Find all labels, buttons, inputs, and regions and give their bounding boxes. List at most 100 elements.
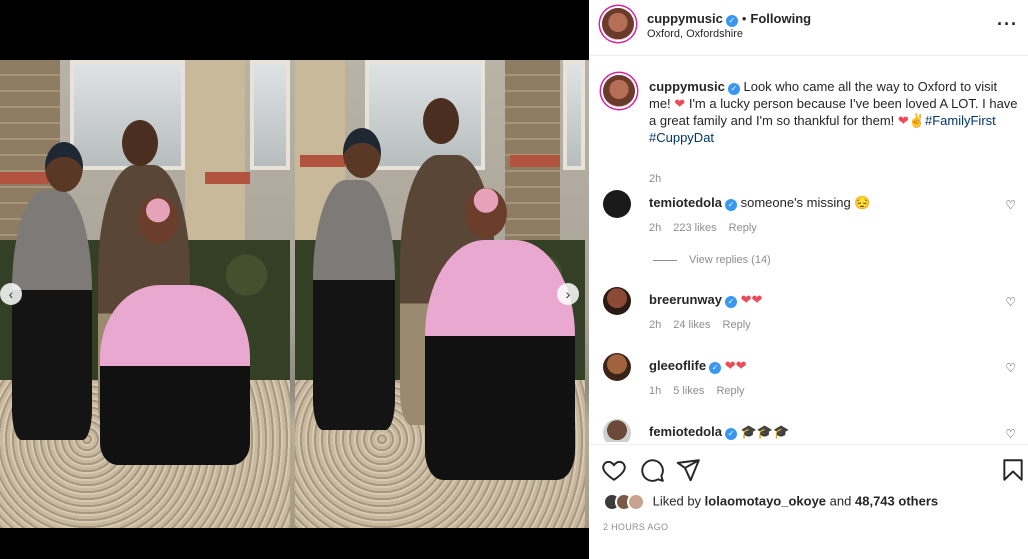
verified-icon: ✓ bbox=[724, 428, 737, 440]
view-replies-label[interactable]: View replies (14) bbox=[689, 254, 771, 266]
person-dj-cuppy bbox=[100, 285, 250, 465]
comment-like-heart-icon[interactable]: ♡ bbox=[1005, 198, 1016, 212]
comment-text: temiotedola ✓ someone's missing 😔 bbox=[649, 194, 999, 211]
liked-by-connector: and bbox=[829, 493, 852, 509]
comment-meta: 2h 24 likes Reply bbox=[649, 319, 763, 331]
comment-item: temiotedola ✓ someone's missing 😔 2h 223 l… bbox=[603, 190, 1018, 250]
bookmark-icon[interactable] bbox=[1000, 457, 1026, 483]
post-timestamp[interactable]: 2 HOURS AGO bbox=[603, 522, 668, 532]
red-hearts-emoji: ❤❤ bbox=[740, 292, 763, 307]
heart-icon[interactable] bbox=[601, 457, 627, 483]
more-horizontal-icon[interactable]: ··· bbox=[997, 14, 1018, 35]
reply-button[interactable]: Reply bbox=[716, 385, 744, 397]
author-username[interactable]: cuppymusic bbox=[647, 11, 723, 26]
comment-icon[interactable] bbox=[639, 457, 665, 483]
liker-avatar bbox=[627, 493, 645, 511]
reply-button[interactable]: Reply bbox=[729, 222, 757, 234]
comment-text: breerunway ✓ ❤❤ bbox=[649, 291, 999, 308]
caption: cuppymusic ✓ Look who came all the way to… bbox=[603, 75, 1019, 185]
comment-item: femiotedola ✓ 🎓🎓🎓 ♡ bbox=[603, 419, 1018, 442]
author-line: cuppymusic ✓ • Following bbox=[647, 11, 811, 27]
comment-meta: 1h 5 likes Reply bbox=[649, 385, 757, 397]
post-header: cuppymusic ✓ • Following Oxford, Oxfordshir… bbox=[589, 0, 1028, 56]
liked-by-prefix: Liked by bbox=[652, 493, 702, 509]
author-avatar[interactable] bbox=[602, 8, 634, 40]
post-photo[interactable]: ‹ › bbox=[0, 60, 589, 528]
carousel-next-button[interactable]: › bbox=[557, 283, 579, 305]
caption-meta: 2h bbox=[649, 173, 673, 185]
red-hearts-emoji: ❤❤ bbox=[724, 358, 747, 373]
comments-list: cuppymusic ✓ Look who came all the way to… bbox=[589, 57, 1028, 442]
caption-username[interactable]: cuppymusic bbox=[649, 79, 725, 94]
commenter-username[interactable]: gleeoflife bbox=[649, 358, 706, 373]
liker-avatars bbox=[603, 493, 649, 511]
verified-icon: ✓ bbox=[727, 83, 740, 95]
author-avatar[interactable] bbox=[603, 75, 635, 107]
red-heart-icon: ❤ bbox=[897, 113, 909, 128]
liked-by-user[interactable]: lolaomotayo_okoye bbox=[705, 493, 826, 508]
comment-likes[interactable]: 5 likes bbox=[673, 385, 704, 397]
comment-item: breerunway ✓ ❤❤ 2h 24 likes Reply ♡ bbox=[603, 287, 1018, 347]
view-replies-button[interactable]: View replies (14) bbox=[653, 254, 771, 266]
red-brick-band bbox=[300, 155, 345, 167]
commenter-avatar[interactable] bbox=[603, 287, 631, 315]
post-location[interactable]: Oxford, Oxfordshire bbox=[647, 28, 743, 40]
verified-icon: ✓ bbox=[724, 199, 737, 211]
commenter-avatar[interactable] bbox=[603, 190, 631, 218]
red-heart-icon: ❤ bbox=[674, 96, 686, 111]
instagram-post-view: ‹ › cuppymusic ✓ • Following Oxford, Oxford… bbox=[0, 0, 1028, 559]
photo-panel-right bbox=[295, 60, 585, 528]
commenter-avatar[interactable] bbox=[603, 419, 631, 442]
replies-divider bbox=[653, 259, 677, 261]
following-button[interactable]: Following bbox=[750, 11, 811, 26]
person-young-woman bbox=[12, 190, 92, 440]
graduation-cap-emoji: 🎓🎓🎓 bbox=[740, 424, 790, 439]
commenter-username[interactable]: femiotedola bbox=[649, 424, 722, 439]
comment-time: 2h bbox=[649, 319, 662, 331]
person-head bbox=[423, 98, 459, 144]
separator-dot: • bbox=[741, 11, 747, 26]
person-head bbox=[343, 128, 381, 178]
person-head bbox=[465, 188, 507, 238]
person-head bbox=[122, 120, 158, 166]
hashtag-familyfirst[interactable]: #FamilyFirst bbox=[925, 113, 996, 128]
action-bar bbox=[589, 444, 1028, 494]
comment-likes[interactable]: 24 likes bbox=[673, 319, 710, 331]
comment-likes[interactable]: 223 likes bbox=[673, 222, 716, 234]
comment-item: gleeoflife ✓ ❤❤ 1h 5 likes Reply ♡ bbox=[603, 353, 1018, 413]
peace-hand-icon: ✌ bbox=[908, 113, 925, 128]
liked-by-count[interactable]: 48,743 others bbox=[855, 493, 938, 508]
comment-text: femiotedola ✓ 🎓🎓🎓 bbox=[649, 423, 999, 440]
verified-icon: ✓ bbox=[725, 15, 738, 27]
person-young-woman bbox=[313, 180, 395, 430]
red-brick-band bbox=[510, 155, 560, 167]
comment-like-heart-icon[interactable]: ♡ bbox=[1005, 295, 1016, 309]
commenter-username[interactable]: breerunway bbox=[649, 292, 722, 307]
post-media: ‹ › bbox=[0, 0, 589, 559]
comment-like-heart-icon[interactable]: ♡ bbox=[1005, 427, 1016, 441]
verified-icon: ✓ bbox=[724, 296, 737, 308]
red-brick-band bbox=[205, 172, 250, 184]
person-dj-cuppy bbox=[425, 240, 575, 480]
window bbox=[563, 60, 585, 170]
likes-summary: Liked by lolaomotayo_okoye and 48,743 ot… bbox=[603, 493, 938, 511]
pensive-emoji: 😔 bbox=[854, 195, 871, 210]
carousel-prev-button[interactable]: ‹ bbox=[0, 283, 22, 305]
commenter-avatar[interactable] bbox=[603, 353, 631, 381]
photo-panel-left bbox=[0, 60, 290, 528]
comment-time: 2h bbox=[649, 222, 662, 234]
post-sidebar: cuppymusic ✓ • Following Oxford, Oxfordshir… bbox=[589, 0, 1028, 559]
window bbox=[250, 60, 290, 170]
reply-button[interactable]: Reply bbox=[723, 319, 751, 331]
caption-text: cuppymusic ✓ Look who came all the way to… bbox=[649, 78, 1019, 146]
comment-like-heart-icon[interactable]: ♡ bbox=[1005, 361, 1016, 375]
stone-pillar bbox=[185, 60, 245, 250]
person-head bbox=[45, 142, 83, 192]
person-head bbox=[138, 196, 178, 244]
hashtag-cuppydat[interactable]: #CuppyDat bbox=[649, 130, 714, 145]
red-brick-band bbox=[0, 172, 48, 184]
send-icon[interactable] bbox=[675, 457, 701, 483]
comment-body: someone's missing bbox=[740, 195, 851, 210]
commenter-username[interactable]: temiotedola bbox=[649, 195, 722, 210]
comment-text: gleeoflife ✓ ❤❤ bbox=[649, 357, 999, 374]
